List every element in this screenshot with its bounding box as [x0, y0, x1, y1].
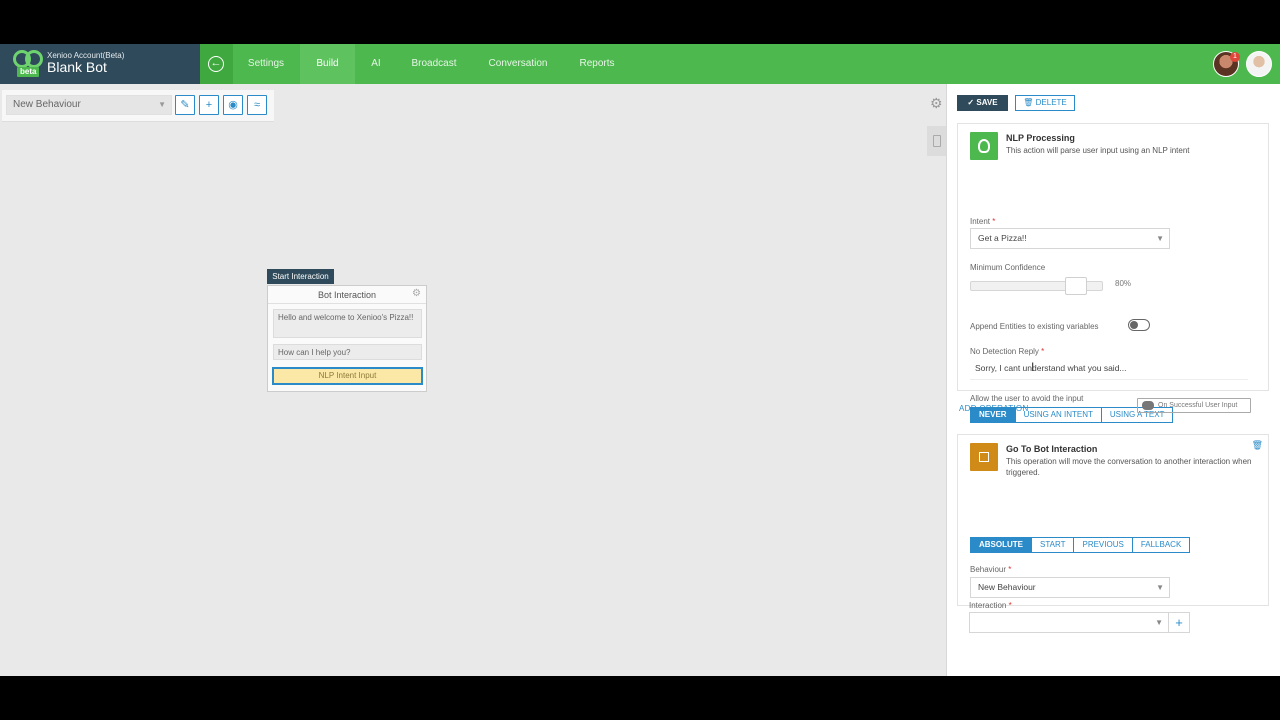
behaviour-select[interactable]: New Behaviour ▼ [970, 577, 1170, 598]
interaction-select[interactable]: ▼ [969, 612, 1169, 633]
node-message[interactable]: How can I help you? [273, 344, 422, 360]
intent-value: Get a Pizza!! [978, 233, 1027, 243]
text-cursor-icon: I [1031, 360, 1035, 374]
nav-reports[interactable]: Reports [566, 44, 628, 84]
caret-down-icon: ▼ [158, 100, 166, 109]
behaviour-select-value: New Behaviour [13, 99, 81, 110]
nav-build[interactable]: Build [300, 44, 355, 84]
card-title: NLP Processing [1006, 133, 1075, 143]
nlp-intent-input[interactable]: NLP Intent Input [272, 367, 423, 385]
link-icon [1142, 401, 1154, 410]
nav-ai[interactable]: AI [358, 44, 394, 84]
goto-interaction-card: 🗑 Go To Bot Interaction This operation w… [957, 434, 1269, 606]
no-detection-reply-input[interactable]: Sorry, I cant understand what you said..… [970, 357, 1248, 380]
append-entities-toggle[interactable] [1128, 319, 1150, 331]
card-title: Go To Bot Interaction [1006, 444, 1098, 454]
xenioo-logo: beta [13, 50, 43, 78]
start-interaction-label: Start Interaction [267, 269, 334, 284]
on-success-button[interactable]: On Successful User Input [1137, 398, 1251, 413]
caret-down-icon: ▼ [1155, 618, 1163, 627]
brand-area: beta Xenioo Account(Beta) Blank Bot [0, 44, 200, 84]
caret-down-icon: ▼ [1156, 234, 1164, 243]
option-absolute[interactable]: ABSOLUTE [971, 538, 1032, 552]
card-description: This action will parse user input using … [1006, 146, 1190, 155]
back-button[interactable]: ← [200, 44, 233, 84]
behaviour-value: New Behaviour [978, 582, 1036, 592]
profile-avatar[interactable] [1246, 51, 1272, 77]
delete-button[interactable]: 🗑 DELETE [1015, 95, 1075, 111]
behaviour-select[interactable]: New Behaviour ▼ [6, 95, 172, 115]
nlp-processing-card: NLP Processing This action will parse us… [957, 123, 1269, 423]
intent-select[interactable]: Get a Pizza!! ▼ [970, 228, 1170, 249]
plus-icon[interactable]: + [199, 95, 219, 115]
option-previous[interactable]: PREVIOUS [1074, 538, 1133, 552]
notification-badge[interactable]: 1 [1230, 52, 1240, 62]
option-start[interactable]: START [1032, 538, 1075, 552]
nlp-head-icon [970, 132, 998, 160]
interaction-label: Interaction * [969, 601, 1012, 610]
goto-icon [970, 443, 998, 471]
phone-preview-tab[interactable] [927, 126, 947, 156]
save-button[interactable]: ✓ SAVE [957, 95, 1008, 111]
wifi-icon[interactable]: ≈ [247, 95, 267, 115]
slider-handle[interactable] [1065, 277, 1087, 295]
app-window: beta Xenioo Account(Beta) Blank Bot ← Se… [0, 44, 1280, 676]
nav-broadcast[interactable]: Broadcast [398, 44, 470, 84]
beta-badge: beta [17, 67, 40, 77]
eye-icon[interactable]: ◉ [223, 95, 243, 115]
goto-mode-segmented: ABSOLUTE START PREVIOUS FALLBACK [970, 537, 1191, 553]
intent-label: Intent * [970, 217, 996, 226]
confidence-value: 80% [1115, 279, 1132, 288]
panel-strip: ⚙ [927, 90, 947, 170]
arrow-left-icon: ← [208, 56, 224, 72]
bot-name: Blank Bot [47, 59, 107, 75]
caret-down-icon: ▼ [1156, 583, 1164, 592]
phone-icon [933, 135, 941, 147]
trash-icon[interactable]: 🗑 [1252, 440, 1263, 451]
pencil-icon[interactable]: ✎ [175, 95, 195, 115]
no-detection-label: No Detection Reply * [970, 347, 1045, 356]
properties-panel: ✓ SAVE 🗑 DELETE NLP Processing This acti… [947, 84, 1280, 676]
node-message[interactable]: Hello and welcome to Xenioo's Pizza!! [273, 309, 422, 338]
bot-interaction-node[interactable]: Bot Interaction ⚙ Hello and welcome to X… [267, 285, 427, 392]
avoid-input-label: Allow the user to avoid the input [970, 394, 1084, 403]
option-fallback[interactable]: FALLBACK [1133, 538, 1189, 552]
behaviour-label: Behaviour * [970, 565, 1012, 574]
node-title: Bot Interaction [268, 286, 426, 304]
gear-icon[interactable]: ⚙ [930, 95, 943, 112]
add-operation-link[interactable]: ADD OPERATION [959, 404, 1029, 413]
card-description: This operation will move the conversatio… [1006, 457, 1252, 477]
top-bar: beta Xenioo Account(Beta) Blank Bot ← Se… [0, 44, 1280, 84]
nav-settings[interactable]: Settings [233, 44, 299, 84]
gear-icon[interactable]: ⚙ [412, 289, 422, 299]
append-entities-label: Append Entities to existing variables [970, 322, 1099, 331]
add-interaction-button[interactable]: + [1169, 612, 1190, 633]
nav-conversation[interactable]: Conversation [476, 44, 560, 84]
confidence-label: Minimum Confidence [970, 263, 1046, 272]
canvas-toolbar: New Behaviour ▼ ✎ + ◉ ≈ [2, 90, 274, 122]
